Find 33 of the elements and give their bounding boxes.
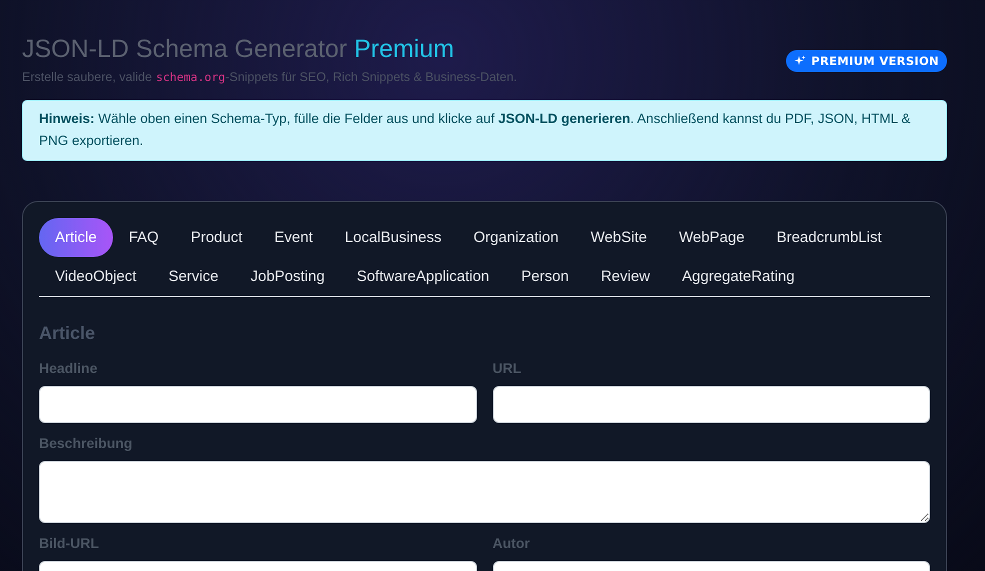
- field-label: Bild-URL: [39, 535, 100, 551]
- schema-tab[interactable]: Review: [584, 257, 666, 296]
- schema-tab[interactable]: Event: [258, 218, 329, 257]
- premium-badge: PREMIUM VERSION: [786, 50, 947, 72]
- schema-tab[interactable]: WebSite: [574, 218, 663, 257]
- input-field[interactable]: [492, 386, 930, 423]
- field-label: URL: [492, 360, 522, 376]
- title-accent: Premium: [354, 35, 454, 63]
- app-title: JSON-LD Schema Generator: [22, 35, 348, 63]
- input-field[interactable]: [39, 386, 476, 423]
- schema-tab[interactable]: SoftwareApplication: [340, 257, 506, 296]
- schema-tab[interactable]: Product: [174, 218, 258, 257]
- schema-tab[interactable]: FAQ: [112, 218, 175, 257]
- schema-tab[interactable]: Article: [39, 218, 113, 257]
- schema-tab[interactable]: Person: [505, 257, 585, 296]
- code-snippet: schema.org: [156, 70, 226, 84]
- schema-tab[interactable]: Organization: [458, 218, 575, 257]
- schema-tab[interactable]: BreadcrumbList: [760, 218, 898, 257]
- schema-tab[interactable]: VideoObject: [39, 257, 152, 296]
- schema-tab[interactable]: WebPage: [662, 218, 761, 257]
- field-label: Headline: [39, 360, 98, 376]
- schema-tab[interactable]: AggregateRating: [666, 257, 811, 296]
- info-notice: Hinweis: Wähle oben einen Schema-Typ, fülle die Felder aus und klicke auf JSON-LD generieren. Anschließend kannst du PDF, JSON, HTML & PNG exportieren.: [22, 100, 947, 161]
- subtitle-text: Erstelle saubere, valide: [22, 70, 152, 84]
- field-label: Beschreibung: [39, 435, 134, 451]
- schema-tab[interactable]: LocalBusiness: [328, 218, 458, 257]
- form-title: Article: [39, 323, 96, 344]
- schema-tab[interactable]: Service: [152, 257, 234, 296]
- textarea-field[interactable]: [39, 461, 930, 523]
- field-label: Autor: [492, 535, 531, 551]
- schema-tab[interactable]: JobPosting: [234, 257, 341, 296]
- subtitle-text: -Snippets für SEO, Rich Snippets & Business-Daten.: [225, 70, 517, 84]
- sparkle-icon: [794, 55, 806, 67]
